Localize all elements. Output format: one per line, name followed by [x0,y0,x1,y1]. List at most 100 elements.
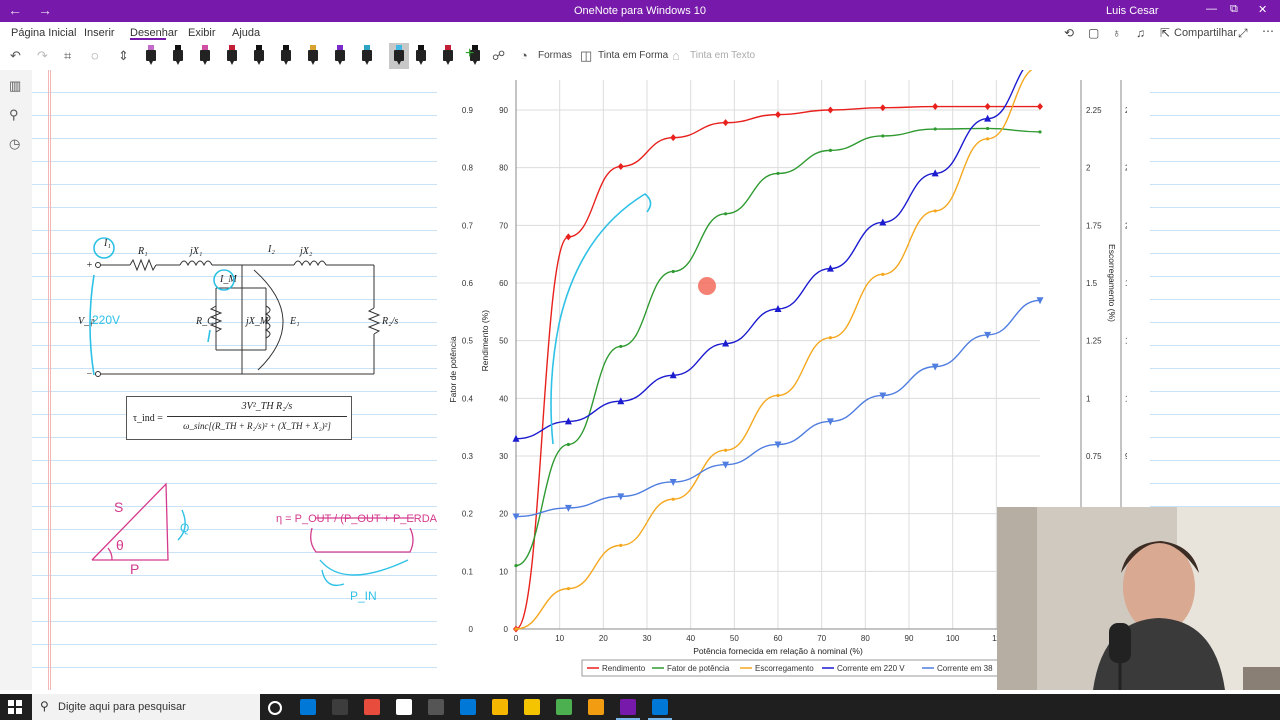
lasso-type-icon[interactable]: ⌗ [64,48,71,64]
y-tick-label-efficiency: 80 [499,164,508,173]
draw-toolbar: ↶ ↷ ⌗ ◌ ⇕ + ☍ ◔ Formas ◫ Tinta em Forma … [0,42,1280,71]
pen-2[interactable] [173,45,183,65]
data-point [671,497,675,501]
formula-lhs: τ_ind = [133,413,163,424]
app-orange-icon[interactable] [588,699,604,715]
handwriting-s: S [114,499,123,515]
y-tick-label-pf: 0.9 [462,106,474,115]
app-red-icon[interactable] [364,699,380,715]
minimize-button[interactable]: — [1206,3,1217,15]
pen-5[interactable] [254,45,264,65]
label-e1: E₁ [289,316,300,327]
y-tick-label-current: 12 [1125,394,1127,403]
ink-to-shape-icon[interactable]: ◫ [580,48,592,64]
y-tick-label-efficiency: 0 [504,625,509,634]
data-point [881,134,885,138]
x-tick-label: 70 [817,634,826,643]
y-tick-label-efficiency: 70 [499,221,508,230]
handwriting-pin: P_IN [350,589,377,603]
notebook-sync-icon[interactable]: ⟲ [1064,26,1074,40]
y-tick-label-pf: 0.6 [462,279,474,288]
windows-start-icon[interactable] [8,700,22,714]
bell-icon[interactable]: ♫ [1136,26,1145,40]
notebooks-icon[interactable]: ▥ [9,78,21,94]
lightbulb-icon[interactable]: ♁ [1112,26,1121,40]
recent-icon[interactable]: ◷ [9,136,20,152]
handwriting-efficiency: η = P_OUT / (P_OUT + P_ERDAS) [276,513,448,525]
ink-replay-icon[interactable]: ☍ [492,48,505,64]
label-rc: R_C [195,316,214,327]
expand-icon[interactable]: ⤢ [1238,26,1248,41]
calendar-icon[interactable] [300,699,316,715]
pen-6[interactable] [281,45,291,65]
y-tick-label-slip: 0.75 [1086,452,1102,461]
y-tick-label-slip: 1 [1086,394,1091,403]
pen-7[interactable] [308,45,318,65]
ink-to-shape-button[interactable]: Tinta em Forma [598,50,668,61]
legend-label: Fator de potência [667,664,730,673]
pen-4[interactable] [227,45,237,65]
more-icon[interactable]: ⋯ [1262,24,1274,38]
onenote-icon[interactable] [620,699,636,715]
app-blue-icon[interactable] [652,699,668,715]
redo-icon[interactable]: ↷ [37,48,48,64]
add-pen-icon[interactable]: + [465,45,474,63]
tab-view[interactable]: Exibir [188,27,216,39]
user-name[interactable]: Luis Cesar [1106,5,1159,17]
y-tick-label-pf: 0.4 [462,394,474,403]
pen-1[interactable] [146,45,156,65]
y-tick-label-slip: 1.25 [1086,337,1102,346]
pen-12[interactable] [443,45,453,65]
page-icon[interactable]: ▢ [1088,26,1099,40]
pen-9[interactable] [362,45,372,65]
lasso-select-icon[interactable]: ◌ [91,48,99,63]
data-point [619,344,623,349]
label-jx1: jX₁ [188,246,202,257]
pen-3[interactable] [200,45,210,65]
data-point [514,627,518,631]
formula-fraction-bar [167,416,347,417]
data-point [671,269,675,274]
handwriting-q: Q [180,521,189,535]
data-point [776,393,780,398]
y-tick-label-current: 15 [1125,337,1127,346]
chrome-icon[interactable] [556,699,572,715]
label-jxm: jX_M [244,316,269,327]
pen-11[interactable] [416,45,426,65]
tab-help[interactable]: Ajuda [232,27,260,39]
maximize-button[interactable]: ⧉ [1230,3,1238,16]
y-tick-label-current: 24 [1125,164,1127,173]
keyboard-icon[interactable] [396,699,412,715]
settings-icon[interactable] [428,699,444,715]
pen-10[interactable] [389,43,409,69]
taskbar-search[interactable]: ⚲ Digite aqui para pesquisar [32,694,260,720]
x-axis-label: Potência fornecida em relação à nominal … [693,646,863,656]
legend-label: Escorregamento [755,664,814,673]
y-tick-label-current: 9 [1125,452,1127,461]
folder-icon[interactable] [524,699,540,715]
add-space-icon[interactable]: ⇕ [118,48,129,64]
shapes-icon[interactable]: ◔ [520,48,528,63]
ink-to-text-button: Tinta em Texto [690,50,756,61]
y-axis-label-pf: Fator de potência [448,336,458,402]
x-tick-label: 80 [861,634,870,643]
legend-label: Rendimento [602,664,646,673]
share-icon[interactable]: ⇱ [1160,26,1170,40]
ribbon-tabs: Página Inicial Inserir Desenhar Exibir A… [0,22,1280,42]
share-button[interactable]: Compartilhar [1174,27,1237,39]
shapes-button[interactable]: Formas [538,50,572,61]
ink-to-text-icon: ⌂ [672,48,680,63]
x-tick-label: 20 [599,634,608,643]
close-button[interactable]: ✕ [1258,3,1267,16]
data-point [881,272,885,276]
formula-denominator: ω_sinc[(R_TH + R₂/s)² + (X_TH + X₂)²] [183,421,331,431]
pen-8[interactable] [335,45,345,65]
search-icon[interactable]: ⚲ [9,107,19,123]
task-view-icon[interactable] [268,701,282,715]
undo-icon[interactable]: ↶ [10,48,21,64]
tab-home[interactable]: Página Inicial [11,27,76,39]
tab-insert[interactable]: Inserir [84,27,115,39]
mail-icon[interactable] [460,699,476,715]
app-dark-icon[interactable] [332,699,348,715]
files-icon[interactable] [492,699,508,715]
